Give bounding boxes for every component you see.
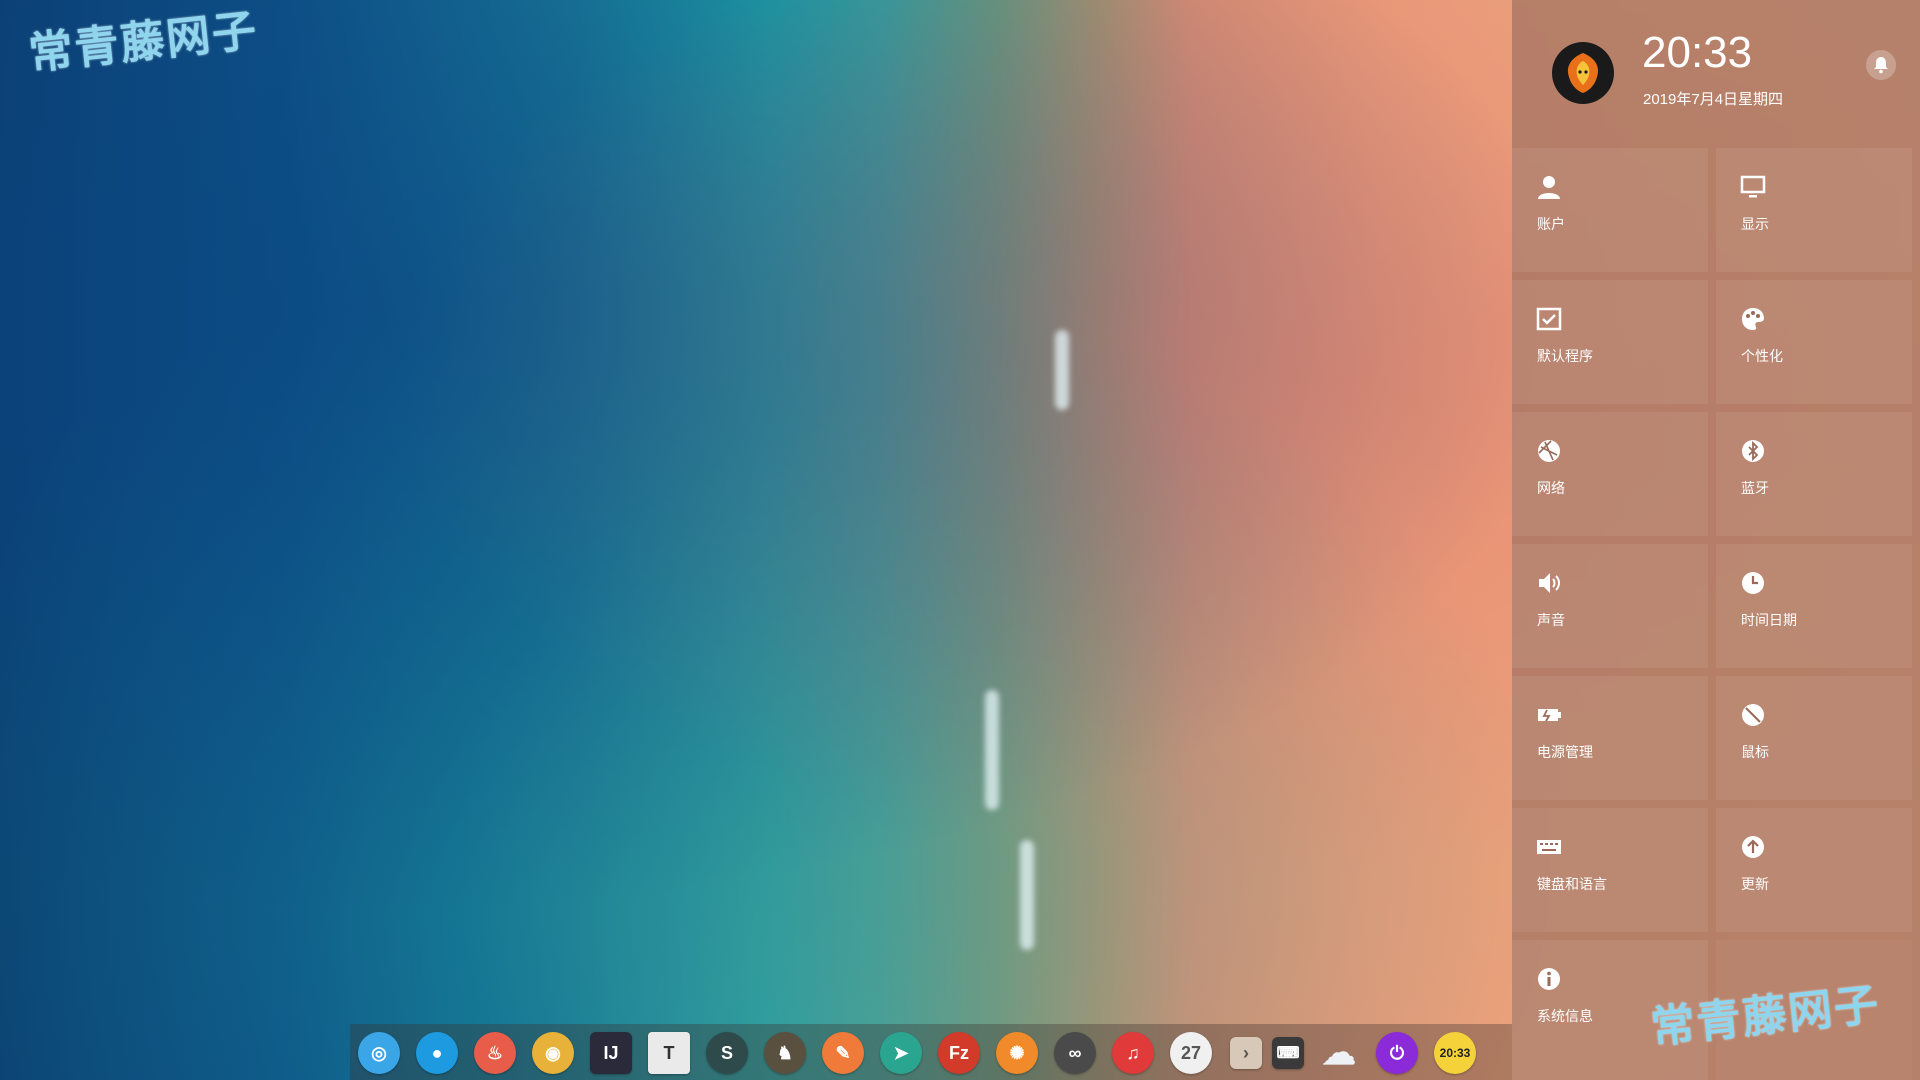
palette-icon	[1742, 308, 1764, 330]
tile-label: 网络	[1537, 481, 1565, 497]
info-icon	[1538, 968, 1560, 990]
tile-label: 系统信息	[1537, 1009, 1593, 1025]
deepin-store-icon[interactable]: ●	[416, 1032, 458, 1074]
tile-label: 更新	[1741, 877, 1769, 893]
typora-icon[interactable]: T	[648, 1032, 690, 1074]
tile-power[interactable]: 电源管理	[1512, 676, 1708, 800]
bell-icon	[1874, 57, 1888, 74]
tile-datetime[interactable]: 时间日期	[1716, 544, 1912, 668]
clock-tray-icon[interactable]: 20:33	[1434, 1032, 1476, 1074]
tile-label: 显示	[1741, 217, 1769, 233]
music-icon[interactable]: ♫	[1112, 1032, 1154, 1074]
infinity-app-icon[interactable]: ∞	[1054, 1032, 1096, 1074]
tile-label: 账户	[1537, 217, 1565, 233]
monitor-icon	[1740, 175, 1766, 198]
tile-network[interactable]: 网络	[1512, 412, 1708, 536]
tile-update[interactable]: 更新	[1716, 808, 1912, 932]
filezilla-icon[interactable]: Fz	[938, 1032, 980, 1074]
tile-sound[interactable]: 声音	[1512, 544, 1708, 668]
battery-icon	[1538, 709, 1561, 722]
default-apps-icon	[1536, 307, 1562, 331]
speaker-icon	[1539, 573, 1560, 593]
clock-date: 2019年7月4日星期四	[1643, 91, 1784, 108]
tile-personalization[interactable]: 个性化	[1716, 280, 1912, 404]
keyboard-icon	[1537, 840, 1561, 854]
expand-tray-icon[interactable]: ›	[1230, 1037, 1262, 1069]
taskbar-dock: ◎ ● ♨ ◉ IJ T S ♞ ✎ ➤ Fz ✺ ∞ ♫ 27 › ⌨ ☁ ⏻…	[350, 1024, 1512, 1080]
weather-icon[interactable]: ☁	[1318, 1032, 1360, 1074]
power-icon[interactable]: ⏻	[1376, 1032, 1418, 1074]
calendar-icon[interactable]: 27	[1170, 1032, 1212, 1074]
s-app-icon[interactable]: S	[706, 1032, 748, 1074]
user-avatar[interactable]	[1552, 42, 1614, 104]
clock-icon	[1742, 572, 1764, 594]
control-center-panel: 20:33 2019年7月4日星期四 账户 显示 默认程序 个性化 网络 蓝牙 …	[1512, 0, 1920, 1080]
wave-foam	[985, 690, 999, 810]
tile-label: 个性化	[1741, 349, 1783, 365]
telegram-icon[interactable]: ➤	[880, 1032, 922, 1074]
tile-default-apps[interactable]: 默认程序	[1512, 280, 1708, 404]
intellij-icon[interactable]: IJ	[590, 1032, 632, 1074]
edit-tool-icon[interactable]: ✎	[822, 1032, 864, 1074]
tile-bluetooth[interactable]: 蓝牙	[1716, 412, 1912, 536]
launcher-icon[interactable]: ◎	[358, 1032, 400, 1074]
tile-label: 默认程序	[1537, 349, 1593, 365]
update-icon	[1742, 836, 1764, 858]
tile-account[interactable]: 账户	[1512, 148, 1708, 272]
tile-display[interactable]: 显示	[1716, 148, 1912, 272]
tile-label: 电源管理	[1537, 745, 1593, 761]
tile-label: 蓝牙	[1741, 481, 1769, 497]
chrome-icon[interactable]: ◉	[532, 1032, 574, 1074]
tile-label: 鼠标	[1741, 745, 1769, 761]
tile-mouse[interactable]: 鼠标	[1716, 676, 1912, 800]
mouse-icon	[1742, 704, 1764, 726]
security-icon[interactable]: ♨	[474, 1032, 516, 1074]
tile-label: 键盘和语言	[1537, 877, 1607, 893]
notification-button[interactable]	[1866, 50, 1896, 80]
wave-foam	[1020, 840, 1034, 950]
bluetooth-icon	[1742, 440, 1764, 462]
lion-avatar-icon	[1567, 53, 1599, 93]
network-icon	[1538, 440, 1560, 462]
user-icon	[1538, 176, 1560, 199]
wave-foam	[1055, 330, 1069, 410]
tile-label: 时间日期	[1741, 613, 1797, 629]
tile-keyboard[interactable]: 键盘和语言	[1512, 808, 1708, 932]
tile-label: 声音	[1537, 613, 1565, 629]
penguin-icon[interactable]: ♞	[764, 1032, 806, 1074]
keyboard-tray-icon[interactable]: ⌨	[1272, 1037, 1304, 1069]
clock-time: 20:33	[1642, 28, 1753, 77]
settings-app-icon[interactable]: ✺	[996, 1032, 1038, 1074]
